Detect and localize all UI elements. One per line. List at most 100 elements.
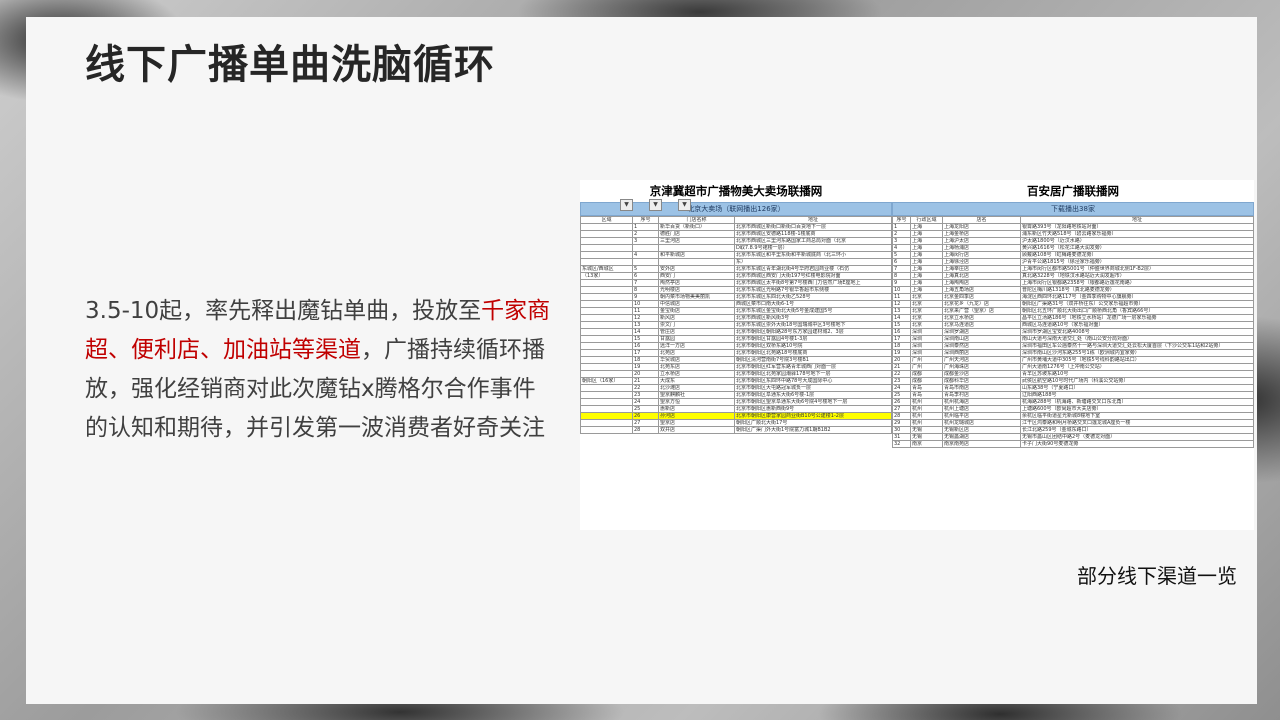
- table-cell: 朝阳区北五环广顺北大街出口广顺桥西北角（香宾路66号）: [1020, 307, 1254, 315]
- table-cell: 北京市东城区青年湖北街4号华府君园商业楼（石仿: [734, 265, 892, 273]
- table-cell: 15: [892, 321, 911, 329]
- table-cell: 江干区鸿泰路和明月桥路交叉口莲龙城A座负一楼: [1020, 419, 1254, 427]
- table-cell: 24: [892, 384, 911, 392]
- filter-dropdown-icon[interactable]: ▼: [678, 199, 691, 211]
- left-table-header: 区域 序号 门店名称 地址: [580, 216, 892, 224]
- table-cell: 13: [892, 307, 911, 315]
- table-cell: 朝阳区广渠路31号（双井桥往东）公交家乐福超市旁）: [1020, 300, 1254, 308]
- table-row: 23 望京麒麟社 北京市朝阳区阜通东大街6号楼-1层: [580, 391, 892, 399]
- table-row: 6 上海 上海徐泾店 沪青平公路1815号（徐泾家乐福旁）: [892, 258, 1254, 266]
- table-cell: 10: [892, 286, 911, 294]
- table-cell: 杭州: [910, 405, 943, 413]
- table-cell: 北京: [910, 300, 943, 308]
- table-cell: 青岛李村店: [942, 391, 1021, 399]
- table-cell: 5: [632, 265, 659, 273]
- table-cell: 双井店: [658, 426, 735, 434]
- table-cell: 浦东新区竹天路518号（碧云路家乐福旁）: [1020, 230, 1254, 238]
- table-cell: 广州海珠店: [942, 363, 1021, 371]
- table-header-cell: 行政区域: [910, 216, 943, 224]
- table-cell: 1: [632, 223, 659, 231]
- table-cell: 南京南苑店: [942, 440, 1021, 448]
- table-cell: 7: [632, 279, 659, 287]
- table-cell: 上海市闵行区银都路2358号（银都路近莲花南路）: [1020, 279, 1254, 287]
- table-cell: 上海沪太店: [942, 237, 1021, 245]
- table-row: 11 金宝街店 北京市东城区金宝街北大街5号金成建国5号: [580, 307, 892, 315]
- table-row: 25 惠新店 北京市朝阳区惠新西街9号: [580, 405, 892, 413]
- table-row: 9 上海 上海陶陶店 上海市闵行区银都路2358号（银都路近莲花南路）: [892, 279, 1254, 287]
- table-cell: 杭州: [910, 419, 943, 427]
- table-cell: 大成东: [658, 377, 735, 385]
- table-cell: 立水桥店: [658, 370, 735, 378]
- table-cell: 深圳罗湖店: [942, 328, 1021, 336]
- table-header-cell: 地址: [734, 216, 892, 224]
- table-cell: 北京立水桥店: [942, 314, 1021, 322]
- table-cell: 上海: [910, 223, 943, 231]
- table-row: 4 和平新城店 北京市东城区和平里东街和平新城底商（北三环小: [580, 251, 892, 259]
- table-cell: 深圳: [910, 328, 943, 336]
- table-row: 23 成都 成都科华店 武侯区航空路10号时代广场内（科溪公交站旁）: [892, 377, 1254, 385]
- table-cell: 黄兴路1616号（松花江路大润发旁）: [1020, 244, 1254, 252]
- table-cell: 17: [892, 335, 911, 343]
- table-cell: 深圳: [910, 335, 943, 343]
- table-row: 27 杭州 杭州上塘店 上塘路600号（欧尚超市大关店旁）: [892, 405, 1254, 413]
- table-cell: [580, 335, 633, 343]
- table-cell: 北京市西城区安德路118楼-1楼底商: [734, 230, 892, 238]
- table-cell: 15: [632, 335, 659, 343]
- table-cell: 东城区/西城区: [580, 265, 633, 273]
- table-cell: 4: [632, 251, 659, 259]
- table-row: 16 深圳 深圳罗湖店 深圳市罗湖区宝安北路4008号: [892, 328, 1254, 336]
- table-cell: 远洋一方店: [658, 342, 735, 350]
- table-cell: 新风店: [658, 314, 735, 322]
- table-cell: [580, 223, 633, 231]
- table-cell: 上海: [910, 258, 943, 266]
- table-cell: 北京市朝阳区惠新西街9号: [734, 405, 892, 413]
- table-cell: 25: [892, 391, 911, 399]
- table-cell: 8: [892, 272, 911, 280]
- table-cell: 上海真北店: [942, 272, 1021, 280]
- table-cell: 31: [892, 433, 911, 441]
- table-cell: [580, 384, 633, 392]
- table-cell: 广州: [910, 363, 943, 371]
- table-row: 20 广州 广州天河店 广州市黄埔大道中305号（地铁5号线科韵路站出口）: [892, 356, 1254, 364]
- table-cell: 12: [632, 314, 659, 322]
- table-row: 19 北苑东店 北京市朝阳区红军营东路青年城西门对面一层: [580, 363, 892, 371]
- table-cell: 10: [632, 300, 659, 308]
- table-cell: （13家）: [580, 272, 633, 280]
- table-cell: 上海: [910, 251, 943, 259]
- body-text-part-1: 3.5-10起，率先释出魔钻单曲，投放至: [85, 298, 482, 324]
- bnq-stores-table-image: 百安居广播联播网 下载播出38家 序号 行政区域 店名 地址 1 上海 上海龙阳店 银霄路3…: [892, 180, 1254, 530]
- table-cell: [580, 237, 633, 245]
- table-cell: 北沙滩店: [658, 384, 735, 392]
- table-cell: 23: [892, 377, 911, 385]
- table-cell: [580, 412, 633, 420]
- table-cell: 青岛: [910, 391, 943, 399]
- table-row: 12 北京 北京花乡（九龙）店 朝阳区广渠路31号（双井桥往东）公交家乐福超市旁）: [892, 300, 1254, 308]
- filter-dropdown-icon[interactable]: ▼: [649, 199, 662, 211]
- table-row: 朝阳区（16家） 21 大成东 北京市朝阳区东四环中路78号大成国际中心: [580, 377, 892, 385]
- table-cell: 上海: [910, 244, 943, 252]
- table-cell: 19: [892, 349, 911, 357]
- table-row: 13 北京 北京来广营（望京）店 朝阳区北五环广顺北大街出口广顺桥西北角（香宾路66号…: [892, 307, 1254, 315]
- table-cell: 深圳南山店: [942, 335, 1021, 343]
- table-row: 28 双井店 朝阳区广渠门外大街1号院富力城1期B1B2: [580, 426, 892, 434]
- table-cell: 管庄店: [658, 328, 735, 336]
- table-cell: 上海龙阳店: [942, 223, 1021, 231]
- table-cell: 深圳市罗湖区宝安北路4008号: [1020, 328, 1254, 336]
- table-cell: 14: [632, 328, 659, 336]
- filter-dropdown-icon[interactable]: ▼: [620, 199, 633, 211]
- table-cell: 广州大道南1276号（上冲南公交站）: [1020, 363, 1254, 371]
- table-cell: [632, 258, 659, 266]
- table-row: 11 北京 北京金四季店 海淀区西四环北路117号（金四季购物中心旗舰旁）: [892, 293, 1254, 301]
- table-cell: 青羊区苏坡东路10号: [1020, 370, 1254, 378]
- table-row: 17 深圳 深圳南山店 南山大道与深南大道交汇处（南山公安分局对面）: [892, 335, 1254, 343]
- table-row: 26 孙河店 北京市朝阳区康营家园商业街B10号公建楼1-2层: [580, 412, 892, 420]
- table-cell: 上海: [910, 237, 943, 245]
- table-cell: 杭海路288号（杭海路、新塘路交叉口东北角）: [1020, 398, 1254, 406]
- table-row: 东）: [580, 258, 892, 266]
- table-cell: 真北路3228号（地铁汉水路站近大润发超市）: [1020, 272, 1254, 280]
- table-cell: 北京市朝阳区东四环中路78号大成国际中心: [734, 377, 892, 385]
- table-cell: 北京花乡（九龙）店: [942, 300, 1021, 308]
- table-row: 32 南京 南京南苑店 卡子门大街90号麦德龙旁: [892, 440, 1254, 448]
- slide-title: 线下广播单曲洗脑循环: [85, 42, 495, 88]
- table-cell: 朝阳区广顺北大街17号: [734, 419, 892, 427]
